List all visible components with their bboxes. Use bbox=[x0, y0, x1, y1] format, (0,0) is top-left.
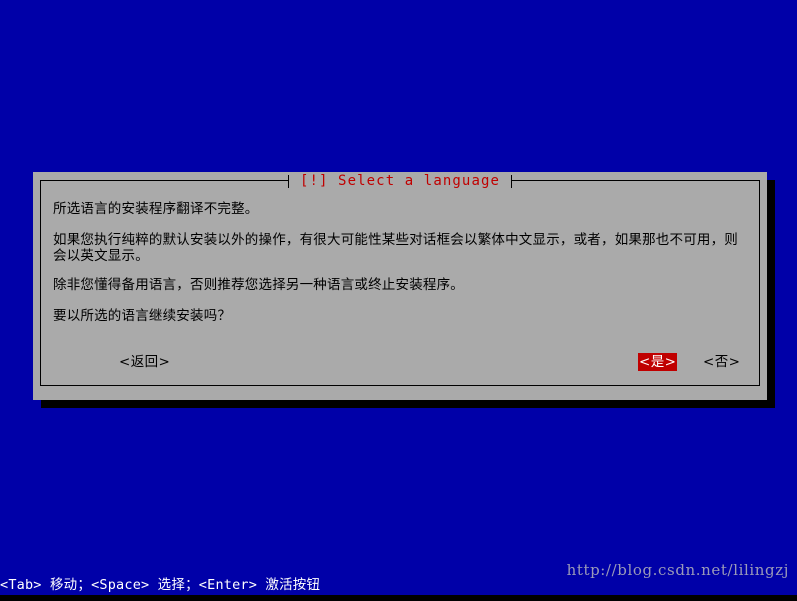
message-paragraph-3: 除非您懂得备用语言，否则推荐您选择另一种语言或终止安装程序。 bbox=[53, 277, 464, 293]
back-button[interactable]: <返回> bbox=[119, 353, 170, 371]
status-bar: <Tab> 移动；<Space> 选择；<Enter> 激活按钮 bbox=[0, 575, 797, 595]
dialog-message-body: 所选语言的安装程序翻译不完整。 如果您执行纯粹的默认安装以外的操作，有很大可能性… bbox=[53, 201, 749, 339]
no-button[interactable]: <否> bbox=[703, 353, 740, 371]
bottom-black-strip bbox=[0, 595, 797, 601]
title-tick-left bbox=[287, 174, 289, 188]
message-paragraph-4: 要以所选的语言继续安装吗？ bbox=[53, 308, 232, 324]
message-paragraph-1: 所选语言的安装程序翻译不完整。 bbox=[53, 201, 259, 217]
dialog-frame: [!] Select a language 所选语言的安装程序翻译不完整。 如果… bbox=[40, 172, 760, 386]
dialog-title-bar: [!] Select a language bbox=[41, 172, 759, 190]
yes-button[interactable]: <是> bbox=[638, 353, 678, 371]
installer-screen: [!] Select a language 所选语言的安装程序翻译不完整。 如果… bbox=[0, 0, 797, 601]
message-paragraph-2: 如果您执行纯粹的默认安装以外的操作，有很大可能性某些对话框会以繁体中文显示，或者… bbox=[53, 232, 738, 264]
select-language-dialog: [!] Select a language 所选语言的安装程序翻译不完整。 如果… bbox=[33, 172, 767, 400]
status-bar-hint: <Tab> 移动；<Space> 选择；<Enter> 激活按钮 bbox=[0, 577, 321, 593]
dialog-button-row: <返回> <是> <否> bbox=[53, 353, 745, 373]
title-tick-right bbox=[511, 174, 513, 188]
page-title: [!] Select a language bbox=[288, 172, 512, 190]
